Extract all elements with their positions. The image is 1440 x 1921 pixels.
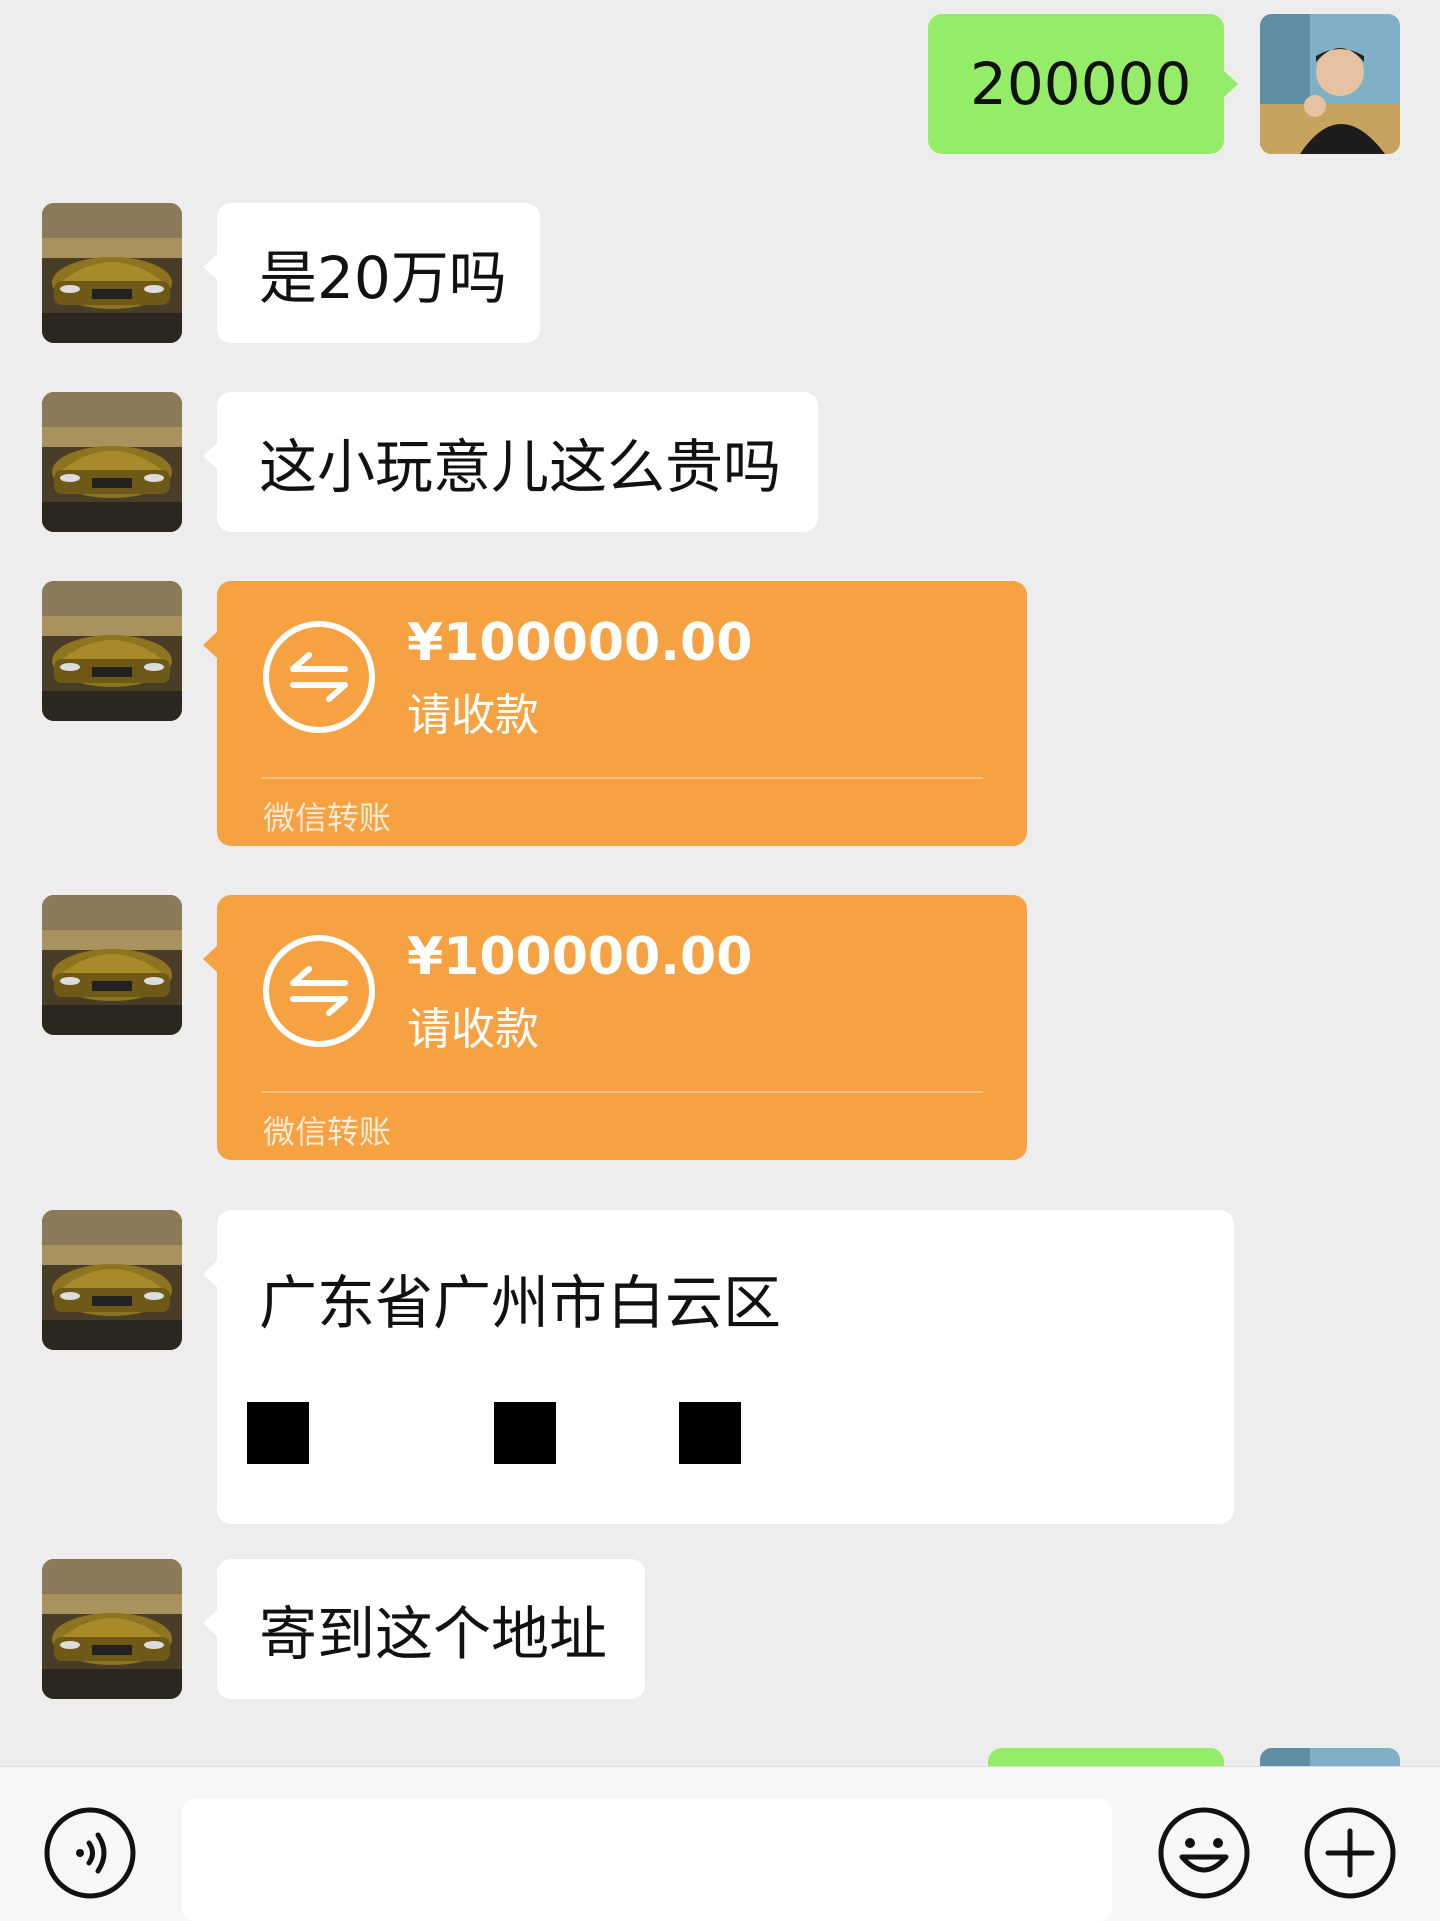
message-text: 这小玩意儿这么贵吗 — [259, 433, 782, 501]
transfer-amount: ¥100000.00 — [407, 613, 753, 673]
message-text: 寄到这个地址 — [259, 1600, 608, 1668]
emoji-icon — [1158, 1807, 1250, 1899]
address-text: 广东省广州市白云区 — [259, 1269, 782, 1337]
emoji-button[interactable] — [1156, 1805, 1252, 1901]
chat-area: 200000 是20万吗 这小玩意儿这么贵吗 ¥100000.00 请收款 微信… — [0, 0, 1440, 1766]
transfer-status: 请收款 — [407, 690, 539, 741]
plus-icon — [1304, 1807, 1396, 1899]
voice-button[interactable] — [42, 1805, 138, 1901]
input-toolbar — [0, 1766, 1440, 1921]
contact-avatar[interactable] — [42, 203, 182, 343]
transfer-divider — [261, 777, 983, 779]
plus-button[interactable] — [1302, 1805, 1398, 1901]
self-avatar[interactable] — [1260, 14, 1400, 154]
received-message-bubble[interactable]: 寄到这个地址 — [203, 1559, 645, 1699]
sent-message-bubble[interactable] — [988, 1748, 1224, 1766]
transfer-icon — [263, 935, 375, 1047]
transfer-card[interactable]: ¥100000.00 请收款 微信转账 — [203, 895, 1027, 1160]
voice-icon — [44, 1807, 136, 1899]
transfer-card[interactable]: ¥100000.00 请收款 微信转账 — [203, 581, 1027, 846]
self-avatar[interactable] — [1260, 1748, 1400, 1766]
transfer-status: 请收款 — [407, 1004, 539, 1055]
contact-avatar[interactable] — [42, 1559, 182, 1699]
contact-avatar[interactable] — [42, 392, 182, 532]
redaction-block — [679, 1402, 741, 1464]
received-message-bubble[interactable]: 是20万吗 — [203, 203, 540, 343]
transfer-amount: ¥100000.00 — [407, 927, 753, 987]
received-message-bubble[interactable]: 这小玩意儿这么贵吗 — [203, 392, 818, 532]
transfer-footer: 微信转账 — [263, 799, 392, 837]
transfer-footer: 微信转账 — [263, 1113, 392, 1151]
redaction-block — [494, 1402, 556, 1464]
contact-avatar[interactable] — [42, 895, 182, 1035]
message-text: 200000 — [970, 50, 1192, 118]
contact-avatar[interactable] — [42, 1210, 182, 1350]
transfer-divider — [261, 1091, 983, 1093]
address-message-bubble[interactable]: 广东省广州市白云区 — [203, 1210, 1234, 1524]
sent-message-bubble[interactable]: 200000 — [928, 14, 1238, 154]
redaction-block — [247, 1402, 309, 1464]
message-text: 是20万吗 — [259, 244, 507, 312]
message-input[interactable] — [182, 1799, 1112, 1921]
contact-avatar[interactable] — [42, 581, 182, 721]
transfer-icon — [263, 621, 375, 733]
